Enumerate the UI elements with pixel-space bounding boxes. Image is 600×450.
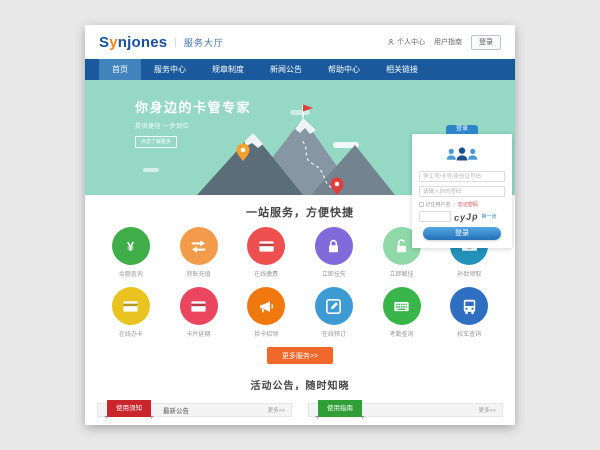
more-services-button[interactable]: 更多服务>> — [267, 347, 333, 364]
logo-divider: | — [174, 37, 177, 48]
card-icon[interactable] — [180, 287, 218, 325]
header-links: 个人中心 用户指南 登录 — [387, 35, 501, 50]
service-item-3[interactable]: 在线缴费 — [232, 227, 300, 278]
account-input[interactable] — [419, 171, 505, 182]
announcements-tabs: 使用须知 最新公告 更多>> 使用指南 更多>> — [85, 403, 515, 417]
header-login-button[interactable]: 登录 — [471, 35, 501, 50]
nav-item-5[interactable]: 帮助中心 — [315, 59, 373, 80]
service-label: 立即挂失 — [300, 269, 368, 278]
service-label: 补助领取 — [435, 269, 503, 278]
service-label: 卡片延期 — [165, 329, 233, 338]
announcements-right-column: 使用指南 更多>> — [308, 403, 503, 417]
service-item-11[interactable]: 考勤查询 — [368, 287, 436, 338]
login-panel: 登录 记住用户名 | 忘记密码 cyJp 换一张 登录 — [412, 134, 512, 248]
person-icon — [387, 38, 395, 46]
personal-center-label: 个人中心 — [397, 37, 425, 47]
service-item-10[interactable]: 在线预订 — [300, 287, 368, 338]
edit-icon[interactable] — [315, 287, 353, 325]
remember-checkbox[interactable] — [419, 202, 424, 207]
service-label: 在线办卡 — [97, 329, 165, 338]
tab-usage-guide[interactable]: 使用指南 — [318, 400, 362, 417]
users-group-icon — [419, 146, 505, 166]
logo-accent: y — [109, 34, 118, 51]
hero-banner: 你身边的卡管专家 提供捷径 一步到位 点击了解更多 登录 — [85, 80, 515, 195]
logo-text-rest: njones — [118, 34, 168, 51]
site-name: 服务大厅 — [184, 36, 224, 49]
service-item-12[interactable]: 校车查询 — [435, 287, 503, 338]
login-submit-button[interactable]: 登录 — [423, 227, 501, 240]
password-input[interactable] — [419, 186, 505, 197]
service-label: 在线缴费 — [232, 269, 300, 278]
keyboard-icon[interactable] — [383, 287, 421, 325]
card-icon[interactable] — [247, 227, 285, 265]
captcha-row: cyJp 换一张 — [419, 211, 505, 222]
hero-subtitle: 提供捷径 一步到位 — [135, 121, 251, 130]
service-item-7[interactable]: 在线办卡 — [97, 287, 165, 338]
lock-icon[interactable] — [315, 227, 353, 265]
header: Synjones | 服务大厅 个人中心 用户指南 登录 — [85, 25, 515, 59]
yen-icon[interactable]: ¥ — [112, 227, 150, 265]
hero-cta-button[interactable]: 点击了解更多 — [135, 136, 177, 148]
user-guide-label: 用户指南 — [434, 37, 462, 47]
tab-latest-announcements[interactable]: 最新公告 — [163, 405, 189, 415]
main-nav: 首页服务中心规章制度新闻公告帮助中心相关链接 — [85, 59, 515, 80]
brand-logo[interactable]: Synjones — [99, 34, 167, 51]
hero-title: 你身边的卡管专家 — [135, 97, 251, 116]
service-label: 拾卡招领 — [232, 329, 300, 338]
service-label: 余额查询 — [97, 269, 165, 278]
service-item-2[interactable]: 转账充值 — [165, 227, 233, 278]
more-link-left[interactable]: 更多>> — [268, 406, 285, 414]
forgot-password-link[interactable]: 忘记密码 — [458, 201, 478, 208]
cloud-decoration — [143, 168, 159, 172]
remember-label: 记住用户名 — [426, 201, 451, 208]
service-label: 立即解挂 — [368, 269, 436, 278]
service-item-4[interactable]: 立即挂失 — [300, 227, 368, 278]
hero-copy: 你身边的卡管专家 提供捷径 一步到位 点击了解更多 — [135, 97, 251, 148]
remember-row: 记住用户名 | 忘记密码 — [419, 201, 505, 208]
megaphone-icon[interactable] — [247, 287, 285, 325]
bus-icon[interactable] — [450, 287, 488, 325]
service-item-8[interactable]: 卡片延期 — [165, 287, 233, 338]
right-tab-bar: 使用指南 更多>> — [308, 403, 503, 417]
service-label: 考勤查询 — [368, 329, 436, 338]
logo-text: S — [99, 34, 109, 51]
service-label: 转账充值 — [165, 269, 233, 278]
captcha-refresh-link[interactable]: 换一张 — [482, 213, 497, 220]
flag-icon — [303, 105, 313, 112]
service-item-9[interactable]: 拾卡招领 — [232, 287, 300, 338]
transfer-icon[interactable] — [180, 227, 218, 265]
services-row-2: 在线办卡卡片延期拾卡招领在线预订考勤查询校车查询 — [85, 287, 515, 338]
personal-center-link[interactable]: 个人中心 — [387, 37, 425, 47]
announcements-title: 活动公告，随时知晓 — [85, 377, 515, 392]
announcements-left-column: 使用须知 最新公告 更多>> — [97, 403, 292, 417]
nav-item-1[interactable]: 首页 — [99, 59, 141, 80]
captcha-input[interactable] — [419, 211, 451, 222]
service-label: 在线预订 — [300, 329, 368, 338]
tab-usage-notice[interactable]: 使用须知 — [107, 400, 151, 417]
nav-item-2[interactable]: 服务中心 — [141, 59, 199, 80]
nav-item-6[interactable]: 相关链接 — [373, 59, 431, 80]
nav-item-4[interactable]: 新闻公告 — [257, 59, 315, 80]
login-tab[interactable]: 登录 — [446, 125, 478, 134]
service-label: 校车查询 — [435, 329, 503, 338]
service-item-1[interactable]: ¥ 余额查询 — [97, 227, 165, 278]
captcha-image[interactable]: cyJp — [454, 211, 479, 223]
card-icon[interactable] — [112, 287, 150, 325]
user-guide-link[interactable]: 用户指南 — [434, 37, 462, 47]
more-link-right[interactable]: 更多>> — [479, 406, 496, 414]
svg-text:¥: ¥ — [127, 239, 134, 253]
nav-item-3[interactable]: 规章制度 — [199, 59, 257, 80]
left-tab-bar: 使用须知 最新公告 更多>> — [97, 403, 292, 417]
divider: | — [454, 202, 455, 208]
website-page: Synjones | 服务大厅 个人中心 用户指南 登录 首页服务中心规章制度新… — [85, 25, 515, 425]
